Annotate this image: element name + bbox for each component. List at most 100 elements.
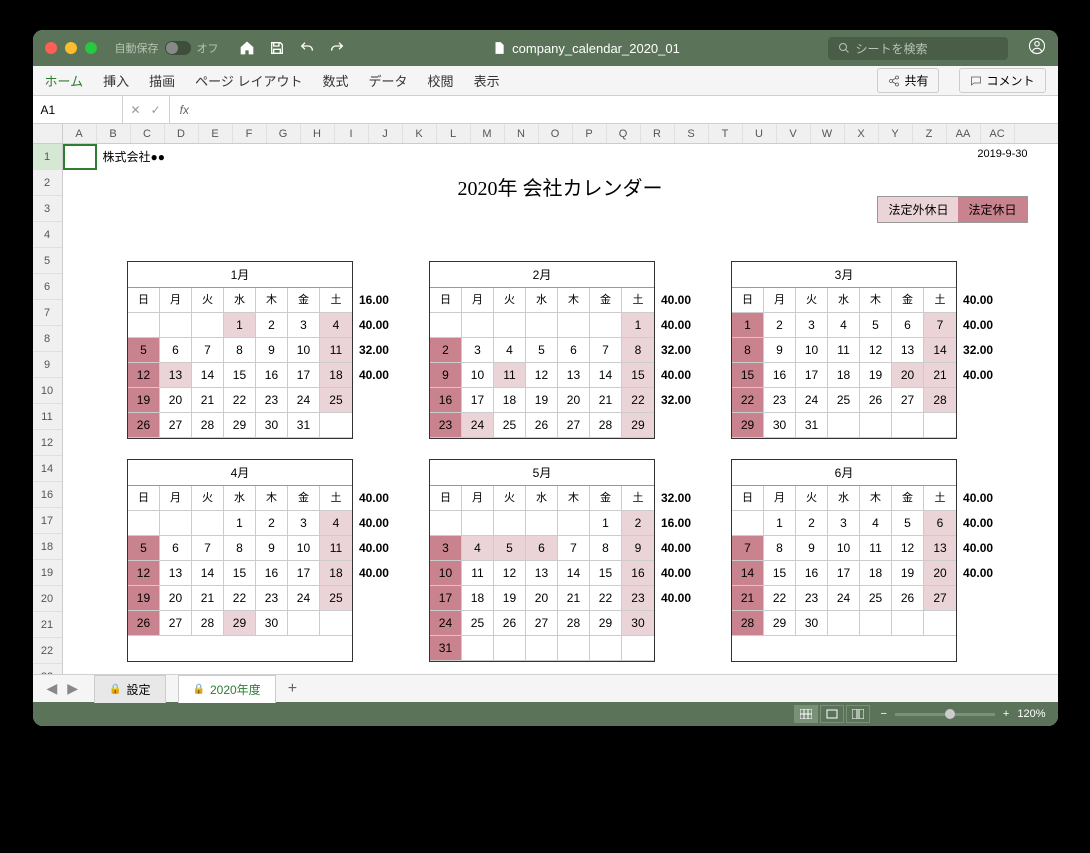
day-cell[interactable] [892, 611, 924, 636]
col-header[interactable]: D [165, 124, 199, 143]
ribbon-data[interactable]: データ [369, 71, 408, 90]
day-cell[interactable]: 29 [764, 611, 796, 636]
col-header[interactable]: M [471, 124, 505, 143]
day-cell[interactable]: 5 [128, 536, 160, 561]
day-cell[interactable]: 25 [494, 413, 526, 438]
day-cell[interactable]: 27 [526, 611, 558, 636]
day-cell[interactable]: 24 [288, 586, 320, 611]
day-cell[interactable]: 17 [288, 561, 320, 586]
day-cell[interactable]: 18 [828, 363, 860, 388]
day-cell[interactable]: 20 [526, 586, 558, 611]
day-cell[interactable]: 6 [526, 536, 558, 561]
row-header[interactable]: 9 [33, 352, 62, 378]
day-cell[interactable]: 30 [796, 611, 828, 636]
day-cell[interactable]: 6 [558, 338, 590, 363]
row-header[interactable]: 18 [33, 534, 62, 560]
col-header[interactable]: F [233, 124, 267, 143]
day-cell[interactable] [494, 511, 526, 536]
day-cell[interactable]: 28 [192, 611, 224, 636]
day-cell[interactable]: 4 [828, 313, 860, 338]
day-cell[interactable]: 19 [526, 388, 558, 413]
day-cell[interactable]: 14 [558, 561, 590, 586]
day-cell[interactable]: 5 [128, 338, 160, 363]
name-box[interactable]: A1 [33, 96, 123, 123]
row-header[interactable]: 7 [33, 300, 62, 326]
day-cell[interactable]: 1 [590, 511, 622, 536]
day-cell[interactable] [430, 313, 462, 338]
day-cell[interactable]: 9 [430, 363, 462, 388]
day-cell[interactable]: 19 [128, 388, 160, 413]
row-header[interactable]: 12 [33, 430, 62, 456]
day-cell[interactable]: 23 [430, 413, 462, 438]
day-cell[interactable]: 8 [590, 536, 622, 561]
col-header[interactable]: C [131, 124, 165, 143]
day-cell[interactable]: 3 [430, 536, 462, 561]
day-cell[interactable]: 12 [526, 363, 558, 388]
day-cell[interactable]: 17 [796, 363, 828, 388]
day-cell[interactable] [430, 511, 462, 536]
day-cell[interactable]: 19 [494, 586, 526, 611]
day-cell[interactable]: 10 [796, 338, 828, 363]
day-cell[interactable]: 9 [622, 536, 654, 561]
day-cell[interactable] [558, 313, 590, 338]
day-cell[interactable]: 20 [892, 363, 924, 388]
day-cell[interactable]: 8 [622, 338, 654, 363]
day-cell[interactable]: 11 [828, 338, 860, 363]
day-cell[interactable]: 23 [796, 586, 828, 611]
day-cell[interactable]: 7 [732, 536, 764, 561]
day-cell[interactable]: 5 [494, 536, 526, 561]
day-cell[interactable] [160, 313, 192, 338]
day-cell[interactable]: 27 [892, 388, 924, 413]
col-header[interactable]: Q [607, 124, 641, 143]
day-cell[interactable]: 9 [256, 536, 288, 561]
zoom-in-icon[interactable]: + [1003, 708, 1009, 720]
day-cell[interactable]: 10 [430, 561, 462, 586]
day-cell[interactable] [526, 636, 558, 661]
comments-button[interactable]: コメント [959, 68, 1045, 93]
day-cell[interactable]: 1 [224, 313, 256, 338]
day-cell[interactable] [526, 313, 558, 338]
day-cell[interactable]: 16 [796, 561, 828, 586]
redo-icon[interactable] [329, 40, 345, 56]
day-cell[interactable]: 23 [764, 388, 796, 413]
col-header[interactable]: Y [879, 124, 913, 143]
day-cell[interactable]: 27 [558, 413, 590, 438]
ribbon-draw[interactable]: 描画 [149, 71, 175, 90]
day-cell[interactable]: 25 [828, 388, 860, 413]
day-cell[interactable]: 2 [796, 511, 828, 536]
day-cell[interactable]: 8 [224, 536, 256, 561]
day-cell[interactable]: 3 [796, 313, 828, 338]
day-cell[interactable]: 16 [622, 561, 654, 586]
day-cell[interactable]: 21 [558, 586, 590, 611]
row-header[interactable]: 10 [33, 378, 62, 404]
day-cell[interactable]: 15 [764, 561, 796, 586]
day-cell[interactable]: 17 [828, 561, 860, 586]
day-cell[interactable]: 1 [764, 511, 796, 536]
day-cell[interactable]: 14 [732, 561, 764, 586]
day-cell[interactable]: 11 [320, 338, 352, 363]
autosave-toggle[interactable]: 自動保存 オフ [115, 40, 219, 56]
save-icon[interactable] [269, 40, 285, 56]
col-header[interactable]: G [267, 124, 301, 143]
day-cell[interactable]: 29 [590, 611, 622, 636]
row-header[interactable]: 4 [33, 222, 62, 248]
day-cell[interactable]: 1 [622, 313, 654, 338]
row-header[interactable]: 1 [33, 144, 62, 170]
day-cell[interactable]: 13 [558, 363, 590, 388]
day-cell[interactable]: 18 [860, 561, 892, 586]
row-header[interactable]: 2 [33, 170, 62, 196]
day-cell[interactable]: 21 [590, 388, 622, 413]
day-cell[interactable]: 10 [288, 338, 320, 363]
day-cell[interactable]: 6 [924, 511, 956, 536]
col-header[interactable]: E [199, 124, 233, 143]
day-cell[interactable]: 24 [828, 586, 860, 611]
day-cell[interactable]: 5 [860, 313, 892, 338]
day-cell[interactable]: 11 [860, 536, 892, 561]
day-cell[interactable] [860, 413, 892, 438]
day-cell[interactable] [494, 636, 526, 661]
day-cell[interactable] [192, 511, 224, 536]
tab-prev-icon[interactable]: ◀ [43, 680, 62, 697]
day-cell[interactable]: 23 [622, 586, 654, 611]
day-cell[interactable]: 20 [160, 586, 192, 611]
day-cell[interactable]: 19 [128, 586, 160, 611]
